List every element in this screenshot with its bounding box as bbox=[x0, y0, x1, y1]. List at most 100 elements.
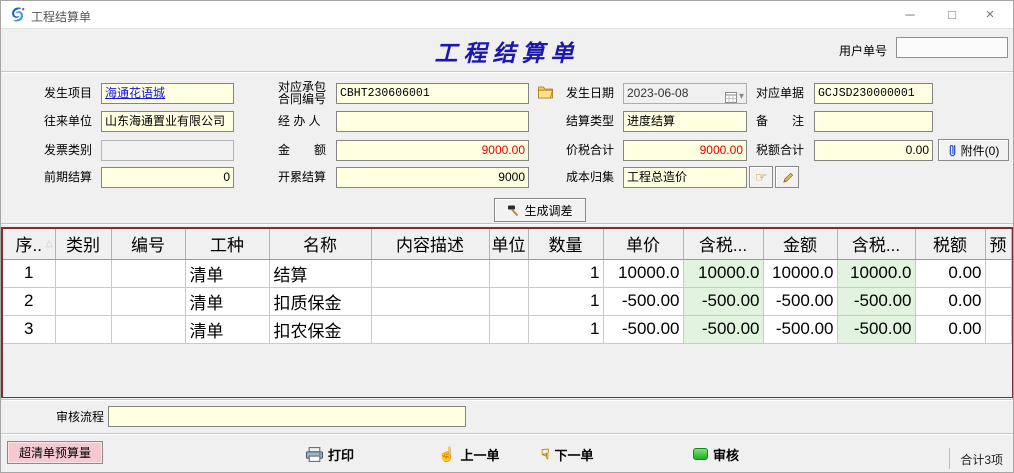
cell-code[interactable] bbox=[111, 259, 185, 287]
audit-button[interactable]: 审核 bbox=[693, 443, 739, 465]
date-field[interactable]: 2023-06-08 ▾ bbox=[623, 83, 747, 104]
cost-collect-field[interactable]: 工程总造价 bbox=[623, 167, 747, 188]
partner-label: 往来单位 bbox=[44, 111, 92, 132]
cell-budget[interactable] bbox=[985, 287, 1011, 315]
cell-name[interactable]: 扣质保金 bbox=[269, 287, 371, 315]
cell-desc[interactable] bbox=[371, 259, 489, 287]
col-header-seq[interactable]: 序..△ bbox=[3, 229, 55, 259]
generate-adjustment-button[interactable]: 生成调差 bbox=[494, 198, 586, 222]
over-budget-button[interactable]: 超清单预算量 bbox=[7, 441, 103, 464]
maximize-button[interactable]: □ bbox=[935, 1, 969, 28]
cell-seq[interactable]: 3 bbox=[3, 315, 55, 343]
cell-code[interactable] bbox=[111, 287, 185, 315]
cell-tax[interactable]: 0.00 bbox=[915, 315, 985, 343]
table-row: 1 清单 结算 1 10000.0 10000.0 10000.0 10000.… bbox=[3, 259, 1011, 287]
attachment-button[interactable]: 附件(0) bbox=[938, 139, 1009, 161]
partner-field[interactable]: 山东海通置业有限公司 bbox=[101, 111, 234, 132]
col-header-code[interactable]: 编号 bbox=[111, 229, 185, 259]
folder-browse-icon[interactable] bbox=[537, 85, 554, 99]
col-header-qty[interactable]: 数量 bbox=[528, 229, 603, 259]
cell-worktype[interactable]: 清单 bbox=[185, 259, 269, 287]
cell-budget[interactable] bbox=[985, 259, 1011, 287]
col-header-price-tax[interactable]: 含税... bbox=[683, 229, 763, 259]
cell-price-tax[interactable]: -500.00 bbox=[683, 287, 763, 315]
cell-price[interactable]: 10000.0 bbox=[603, 259, 683, 287]
cell-unit[interactable] bbox=[489, 315, 528, 343]
cell-amount-tax[interactable]: -500.00 bbox=[837, 287, 915, 315]
next-doc-button[interactable]: ☟ 下一单 bbox=[541, 443, 594, 465]
col-header-amount-tax[interactable]: 含税... bbox=[837, 229, 915, 259]
remark-field[interactable] bbox=[814, 111, 933, 132]
hand-up-icon: ☝ bbox=[438, 447, 455, 461]
printer-icon bbox=[306, 447, 323, 462]
col-header-budget[interactable]: 预 bbox=[985, 229, 1011, 259]
cell-desc[interactable] bbox=[371, 287, 489, 315]
cell-qty[interactable]: 1 bbox=[528, 315, 603, 343]
cell-budget[interactable] bbox=[985, 315, 1011, 343]
contract-field[interactable]: CBHT230606001 bbox=[336, 83, 529, 104]
cell-amount-tax[interactable]: 10000.0 bbox=[837, 259, 915, 287]
pencil-icon bbox=[781, 171, 794, 184]
col-header-worktype[interactable]: 工种 bbox=[185, 229, 269, 259]
cell-category[interactable] bbox=[55, 287, 111, 315]
hand-down-icon: ☟ bbox=[541, 447, 550, 461]
col-header-category[interactable]: 类别 bbox=[55, 229, 111, 259]
cell-code[interactable] bbox=[111, 315, 185, 343]
cell-qty[interactable]: 1 bbox=[528, 259, 603, 287]
invoice-type-label: 发票类别 bbox=[44, 140, 92, 161]
cell-tax[interactable]: 0.00 bbox=[915, 259, 985, 287]
col-header-unit[interactable]: 单位 bbox=[489, 229, 528, 259]
cell-name[interactable]: 结算 bbox=[269, 259, 371, 287]
cell-price-tax[interactable]: 10000.0 bbox=[683, 259, 763, 287]
cost-collect-edit-button[interactable] bbox=[775, 166, 799, 188]
col-header-amount[interactable]: 金额 bbox=[763, 229, 837, 259]
close-button[interactable]: × bbox=[973, 1, 1007, 28]
invoice-type-field[interactable] bbox=[101, 140, 234, 161]
cell-amount[interactable]: -500.00 bbox=[763, 315, 837, 343]
cost-collect-pick-button[interactable]: ☞ bbox=[749, 166, 773, 188]
review-flow-field[interactable] bbox=[108, 406, 466, 427]
col-header-price[interactable]: 单价 bbox=[603, 229, 683, 259]
accum-settle-field[interactable]: 9000 bbox=[336, 167, 529, 188]
doc-no-field[interactable]: GCJSD230000001 bbox=[814, 83, 933, 104]
accum-settle-label: 开累结算 bbox=[278, 167, 326, 188]
window-title: 工程结算单 bbox=[31, 8, 91, 25]
handler-field[interactable] bbox=[336, 111, 529, 132]
cell-price-tax[interactable]: -500.00 bbox=[683, 315, 763, 343]
previous-doc-button[interactable]: ☝ 上一单 bbox=[438, 443, 499, 465]
table-row: 2 清单 扣质保金 1 -500.00 -500.00 -500.00 -500… bbox=[3, 287, 1011, 315]
minimize-button[interactable]: ─ bbox=[893, 1, 927, 28]
col-header-desc[interactable]: 内容描述 bbox=[371, 229, 489, 259]
cell-price[interactable]: -500.00 bbox=[603, 287, 683, 315]
date-dropdown-icon[interactable]: ▾ bbox=[739, 87, 744, 104]
settle-type-field[interactable]: 进度结算 bbox=[623, 111, 747, 132]
cell-category[interactable] bbox=[55, 259, 111, 287]
cell-amount-tax[interactable]: -500.00 bbox=[837, 315, 915, 343]
cell-seq[interactable]: 1 bbox=[3, 259, 55, 287]
cell-category[interactable] bbox=[55, 315, 111, 343]
cell-amount[interactable]: -500.00 bbox=[763, 287, 837, 315]
cell-amount[interactable]: 10000.0 bbox=[763, 259, 837, 287]
col-header-tax[interactable]: 税额 bbox=[915, 229, 985, 259]
cell-seq[interactable]: 2 bbox=[3, 287, 55, 315]
audit-status-icon bbox=[693, 448, 708, 460]
cell-desc[interactable] bbox=[371, 315, 489, 343]
cell-unit[interactable] bbox=[489, 259, 528, 287]
print-button[interactable]: 打印 bbox=[306, 443, 354, 465]
amount-field[interactable]: 9000.00 bbox=[336, 140, 529, 161]
user-no-input[interactable] bbox=[896, 37, 1008, 58]
review-panel: 审核流程 bbox=[1, 399, 1013, 434]
tax-total-field[interactable]: 0.00 bbox=[814, 140, 933, 161]
cell-price[interactable]: -500.00 bbox=[603, 315, 683, 343]
cell-tax[interactable]: 0.00 bbox=[915, 287, 985, 315]
contract-label: 对应承包合同编号 bbox=[278, 80, 334, 106]
cell-name[interactable]: 扣农保金 bbox=[269, 315, 371, 343]
cell-unit[interactable] bbox=[489, 287, 528, 315]
total-with-tax-field[interactable]: 9000.00 bbox=[623, 140, 747, 161]
cell-worktype[interactable]: 清单 bbox=[185, 287, 269, 315]
col-header-name[interactable]: 名称 bbox=[269, 229, 371, 259]
prev-settle-field[interactable]: 0 bbox=[101, 167, 234, 188]
cell-qty[interactable]: 1 bbox=[528, 287, 603, 315]
project-field[interactable]: 海通花语城 bbox=[101, 83, 234, 104]
cell-worktype[interactable]: 清单 bbox=[185, 315, 269, 343]
